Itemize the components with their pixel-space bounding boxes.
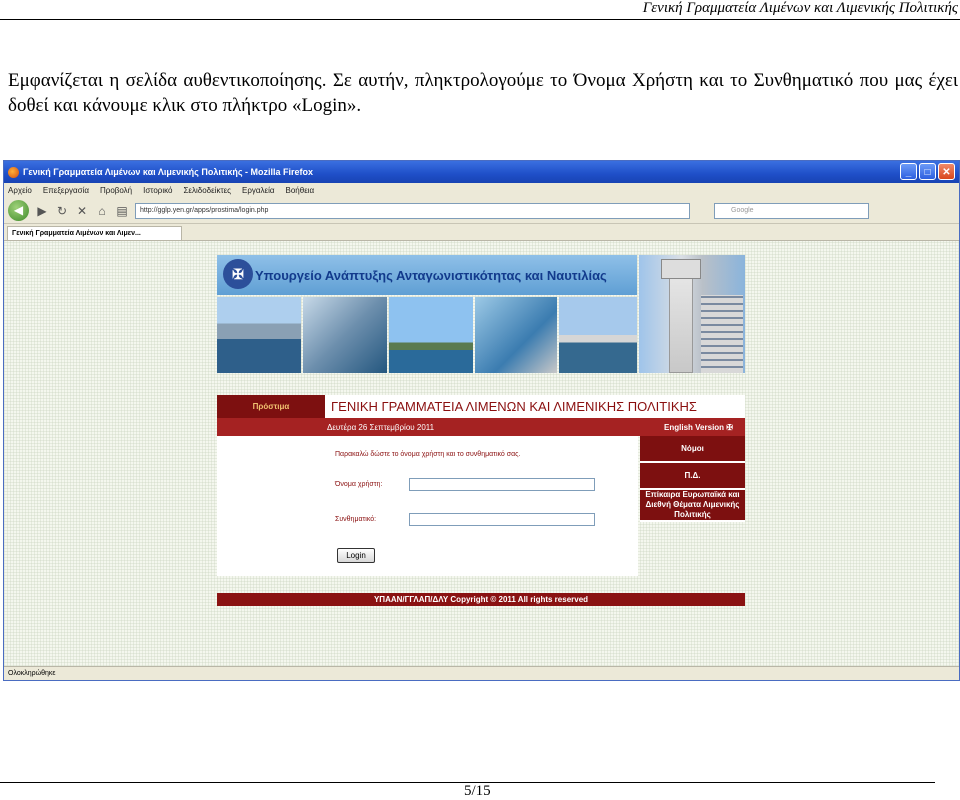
search-input[interactable]: Google bbox=[714, 202, 869, 219]
username-input[interactable] bbox=[409, 478, 595, 491]
menu-history[interactable]: Ιστορικό bbox=[143, 186, 172, 195]
browser-menu-bar: Αρχείο Επεξεργασία Προβολή Ιστορικό Σελι… bbox=[4, 183, 959, 198]
browser-title: Γενική Γραμματεία Λιμένων και Λιμενικής … bbox=[23, 167, 314, 177]
home-link[interactable]: Πρόστιμα bbox=[217, 402, 325, 411]
browser-tab-strip: Γενική Γραμματεία Λιμένων και Λιμεν... bbox=[4, 224, 959, 241]
browser-tab[interactable]: Γενική Γραμματεία Λιμένων και Λιμεν... bbox=[7, 226, 182, 240]
browser-status-bar: Ολοκληρώθηκε bbox=[4, 666, 959, 680]
page-content: ✠ Υπουργείο Ανάπτυξης Ανταγωνιστικότητας… bbox=[4, 241, 959, 666]
document-header: Γενική Γραμματεία Λιμένων και Λιμενικής … bbox=[642, 0, 958, 16]
browser-screenshot: Γενική Γραμματεία Λιμένων και Λιμενικής … bbox=[3, 160, 960, 681]
tower-top bbox=[661, 259, 701, 279]
login-button[interactable]: Login bbox=[337, 548, 375, 563]
copyright-bar: ΥΠΑΑΝ/ΓΓΛΑΠ/ΔΛΥ Copyright © 2011 All rig… bbox=[217, 593, 745, 606]
browser-title-bar: Γενική Γραμματεία Λιμένων και Λιμενικής … bbox=[4, 161, 959, 183]
menu-file[interactable]: Αρχείο bbox=[8, 186, 32, 195]
reload-icon[interactable]: ↻ bbox=[55, 204, 69, 218]
login-form: Παρακαλώ δώστε το όνομα χρήστη και το συ… bbox=[217, 436, 638, 576]
home-icon[interactable]: ⌂ bbox=[95, 204, 109, 218]
minimize-icon[interactable]: _ bbox=[900, 163, 917, 180]
password-label: Συνθηματικό: bbox=[335, 516, 377, 523]
back-arrow-icon[interactable]: ◀ bbox=[8, 200, 29, 221]
menu-edit[interactable]: Επεξεργασία bbox=[43, 186, 89, 195]
tower-shaft bbox=[669, 267, 693, 373]
side-menu: Νόμοι Π.Δ. Επίκαιρα Ευρωπαϊκά και Διεθνή… bbox=[640, 436, 745, 522]
firefox-icon bbox=[8, 166, 19, 178]
header-rule bbox=[0, 19, 960, 20]
ministry-bar: ✠ Υπουργείο Ανάπτυξης Ανταγωνιστικότητας… bbox=[217, 255, 637, 295]
current-date: Δευτέρα 26 Σεπτεμβρίου 2011 bbox=[327, 422, 435, 432]
english-version-link[interactable]: English Version ✠ bbox=[664, 423, 733, 432]
browser-navigation-bar: ◀ ▶ ↻ ✕ ⌂ ▤ http://gglp.yen.gr/apps/pros… bbox=[4, 198, 959, 224]
url-text: http://gglp.yen.gr/apps/prostima/login.p… bbox=[140, 207, 269, 214]
english-version-label: English Version bbox=[664, 422, 725, 432]
site-title-bar: Πρόστιμα ΓΕΝΙΚΗ ΓΡΑΜΜΑΤΕΙΑ ΛΙΜΕΝΩΝ ΚΑΙ Λ… bbox=[217, 395, 745, 418]
ministry-name: Υπουργείο Ανάπτυξης Ανταγωνιστικότητας κ… bbox=[255, 267, 607, 283]
menu-view[interactable]: Προβολή bbox=[100, 186, 132, 195]
search-placeholder: Google bbox=[731, 207, 754, 214]
ministry-seal-icon: ✠ bbox=[223, 259, 253, 289]
stop-icon[interactable]: ✕ bbox=[75, 204, 89, 218]
tab-label: Γενική Γραμματεία Λιμένων και Λιμεν... bbox=[12, 230, 141, 237]
date-bar: Δευτέρα 26 Σεπτεμβρίου 2011 English Vers… bbox=[217, 418, 745, 436]
port-photo-1 bbox=[217, 297, 301, 373]
port-photo-4 bbox=[475, 297, 557, 373]
uk-flag-icon: ✠ bbox=[726, 422, 733, 432]
control-tower-photo bbox=[639, 255, 745, 373]
page-icon: ▤ bbox=[116, 203, 128, 218]
side-item-current-issues[interactable]: Επίκαιρα Ευρωπαϊκά και Διεθνή Θέματα Λιμ… bbox=[640, 490, 745, 522]
building bbox=[701, 295, 743, 373]
close-icon[interactable]: ✕ bbox=[938, 163, 955, 180]
maximize-icon[interactable]: □ bbox=[919, 163, 936, 180]
page-number: 5/15 bbox=[464, 783, 491, 799]
port-photo-2 bbox=[303, 297, 387, 373]
login-prompt: Παρακαλώ δώστε το όνομα χρήστη και το συ… bbox=[335, 451, 521, 458]
forward-arrow-icon[interactable]: ▶ bbox=[35, 204, 49, 218]
menu-bookmarks[interactable]: Σελιδοδείκτες bbox=[183, 186, 231, 195]
side-item-laws[interactable]: Νόμοι bbox=[640, 436, 745, 463]
url-input[interactable]: http://gglp.yen.gr/apps/prostima/login.p… bbox=[135, 202, 690, 219]
instruction-paragraph: Εμφανίζεται η σελίδα αυθεντικοποίησης. Σ… bbox=[8, 70, 958, 116]
port-photo-3 bbox=[389, 297, 473, 373]
menu-help[interactable]: Βοήθεια bbox=[286, 186, 315, 195]
side-item-decrees[interactable]: Π.Δ. bbox=[640, 463, 745, 490]
password-input[interactable] bbox=[409, 513, 595, 526]
site-banner: ✠ Υπουργείο Ανάπτυξης Ανταγωνιστικότητας… bbox=[217, 255, 745, 375]
port-photo-5 bbox=[559, 297, 637, 373]
username-label: Όνομα χρήστη: bbox=[335, 481, 383, 488]
site-title: ΓΕΝΙΚΗ ΓΡΑΜΜΑΤΕΙΑ ΛΙΜΕΝΩΝ ΚΑΙ ΛΙΜΕΝΙΚΗΣ … bbox=[325, 395, 745, 418]
menu-tools[interactable]: Εργαλεία bbox=[242, 186, 274, 195]
